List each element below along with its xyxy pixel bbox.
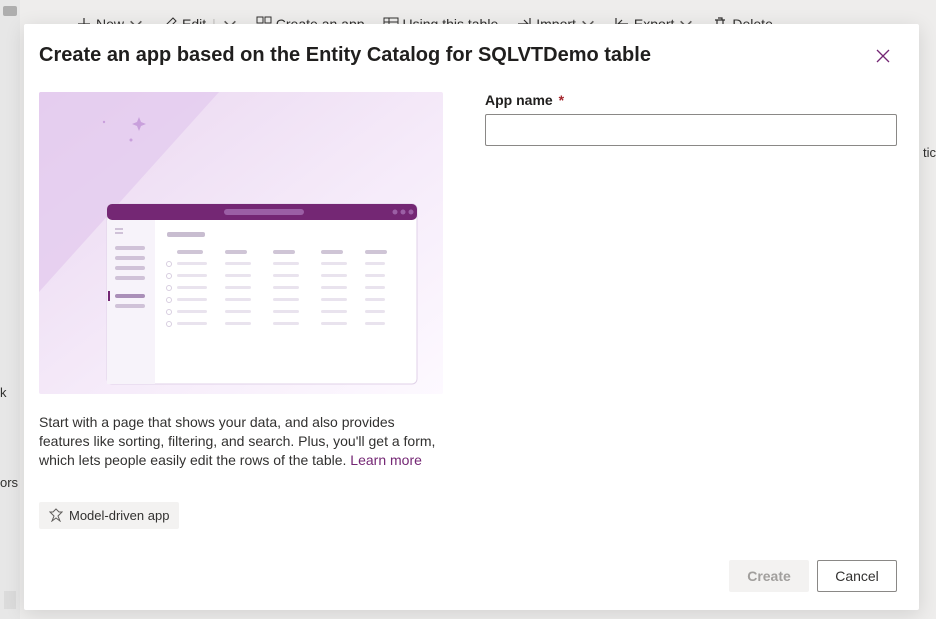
close-icon <box>876 49 890 68</box>
create-app-modal: Create an app based on the Entity Catalo… <box>24 24 919 610</box>
modal-right-column: App name * <box>485 92 897 560</box>
create-button[interactable]: Create <box>729 560 809 592</box>
modal-header: Create an app based on the Entity Catalo… <box>39 40 897 70</box>
app-name-label: App name * <box>485 92 897 108</box>
learn-more-link[interactable]: Learn more <box>350 452 422 468</box>
modal-left-column: Start with a page that shows your data, … <box>39 92 443 560</box>
cancel-button[interactable]: Cancel <box>817 560 897 592</box>
model-driven-icon <box>49 508 63 522</box>
app-illustration <box>39 92 443 394</box>
modal-body: Start with a page that shows your data, … <box>39 92 897 560</box>
model-driven-app-chip: Model-driven app <box>39 502 179 529</box>
app-name-label-text: App name <box>485 92 553 108</box>
modal-title: Create an app based on the Entity Catalo… <box>39 44 651 67</box>
required-indicator: * <box>559 92 564 108</box>
modal-description: Start with a page that shows your data, … <box>39 413 443 470</box>
close-button[interactable] <box>871 46 895 70</box>
modal-footer: Create Cancel <box>39 560 897 592</box>
app-name-input[interactable] <box>485 114 897 146</box>
chip-label: Model-driven app <box>69 508 169 523</box>
